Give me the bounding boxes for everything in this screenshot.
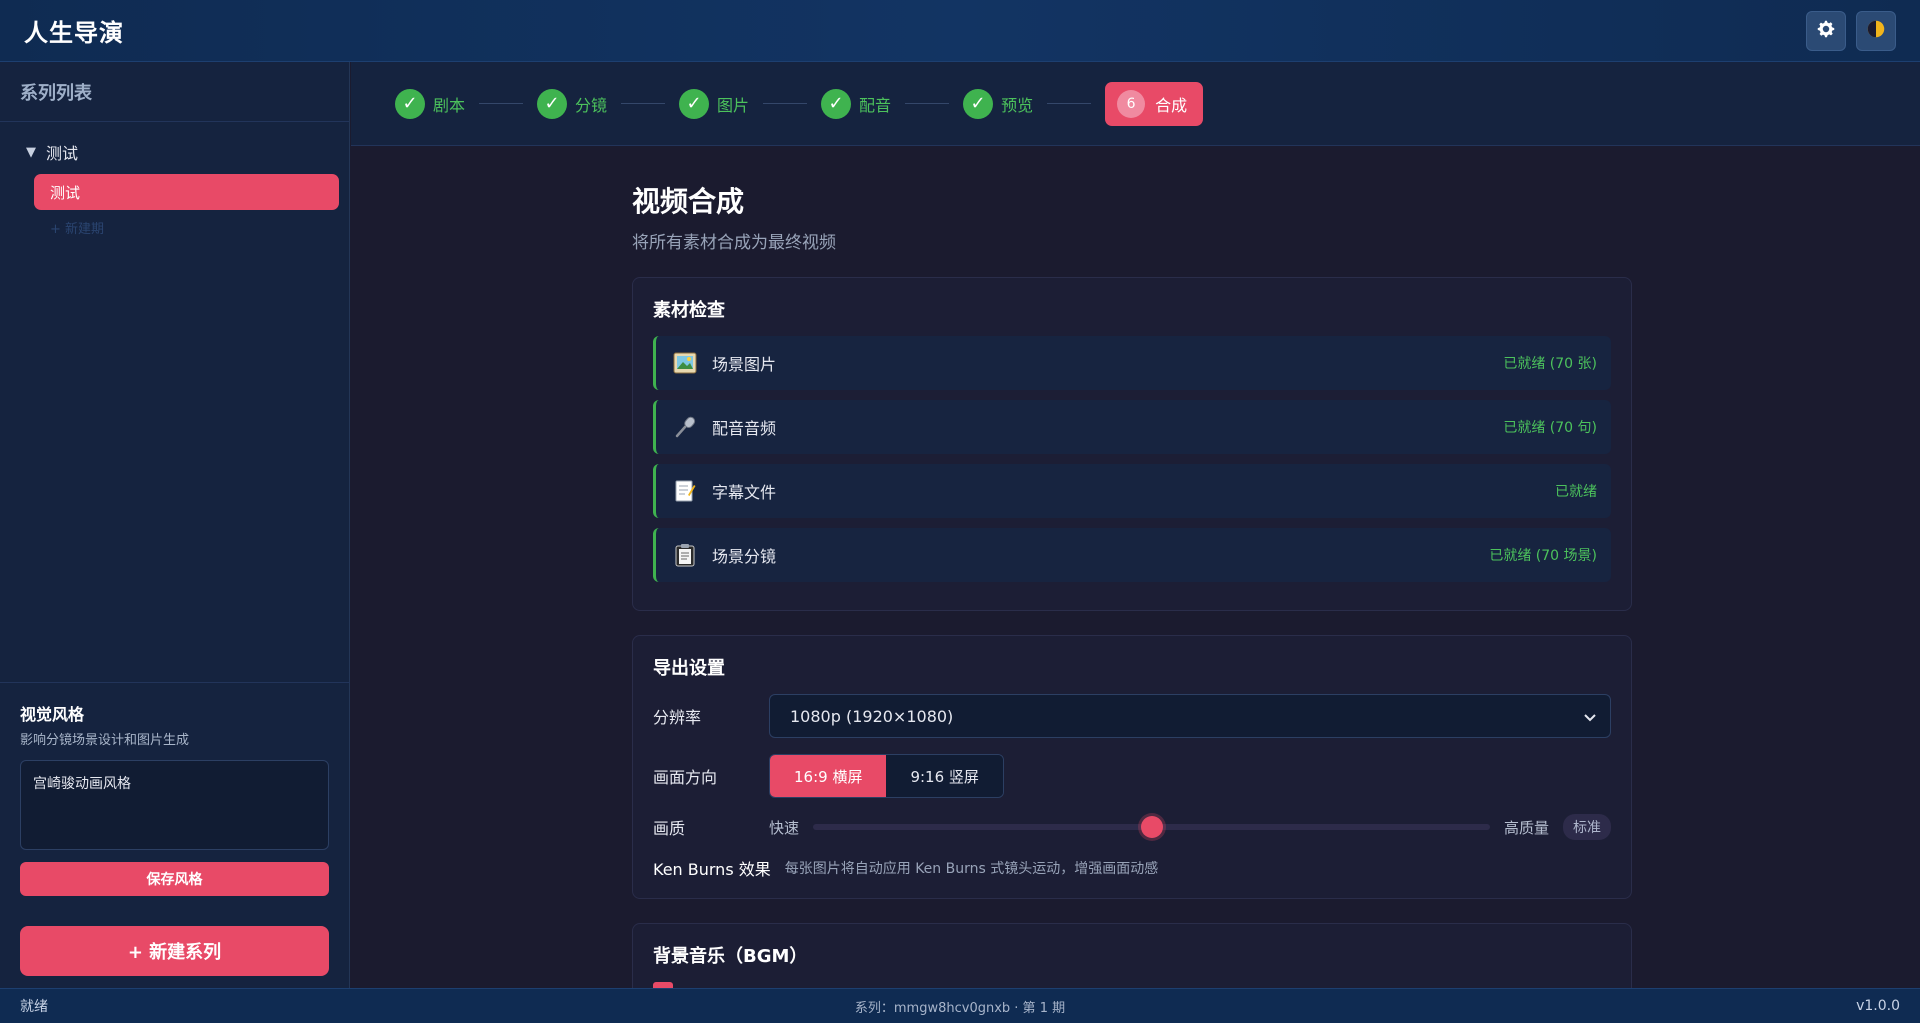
kenburns-row: Ken Burns 效果 每张图片将自动应用 Ken Burns 式镜头运动，增… xyxy=(653,856,1611,880)
step-connector xyxy=(763,103,808,104)
page-title: 视频合成 xyxy=(632,185,745,218)
step-storyboard[interactable]: ✓ 分镜 xyxy=(537,88,608,119)
new-episode-link[interactable]: + 新建期 xyxy=(50,218,349,237)
quality-label: 画质 xyxy=(653,819,686,838)
orientation-portrait-button[interactable]: 9:16 竖屏 xyxy=(886,755,1003,797)
page-subtitle: 将所有素材合成为最终视频 xyxy=(632,233,836,253)
app-header: 人生导演 xyxy=(0,0,1920,62)
step-label: 图片 xyxy=(717,95,750,115)
card-title: 背景音乐（BGM） xyxy=(653,946,808,967)
kenburns-desc: 每张图片将自动应用 Ken Burns 式镜头运动，增强画面动感 xyxy=(784,861,1159,877)
slider-thumb[interactable] xyxy=(1140,816,1163,838)
card-title: 素材检查 xyxy=(653,300,725,321)
step-connector xyxy=(479,103,524,104)
workflow-steps: ✓ 剧本 ✓ 分镜 ✓ 图片 ✓ 配音 ✓ 预览 6 合成 xyxy=(351,62,1920,146)
quality-max-label: 高质量 xyxy=(1503,818,1549,837)
step-connector xyxy=(1047,103,1092,104)
asset-status: 已就绪 (70 句) xyxy=(1503,420,1597,436)
sidebar: 系列列表 ▼ 测试 测试 + 新建期 视觉风格 影响分镜场景设计和图片生成 保存… xyxy=(0,62,350,988)
style-title: 视觉风格 xyxy=(20,705,85,724)
status-text: 就绪 xyxy=(20,999,48,1015)
step-script[interactable]: ✓ 剧本 xyxy=(395,88,466,119)
status-series-info: 系列：mmgw8hcv0gnxb · 第 1 期 xyxy=(854,1000,1066,1016)
resolution-value: 1080p (1920×1080) xyxy=(790,706,954,726)
quality-slider[interactable] xyxy=(813,816,1490,838)
step-preview[interactable]: ✓ 预览 xyxy=(963,88,1034,119)
asset-label: 场景分镜 xyxy=(712,547,777,566)
asset-status: 已就绪 xyxy=(1555,484,1597,500)
orientation-label: 画面方向 xyxy=(653,768,718,787)
save-style-button[interactable]: 保存风格 xyxy=(20,862,329,896)
resolution-row: 分辨率 1080p (1920×1080) xyxy=(653,694,1611,738)
check-icon: ✓ xyxy=(537,88,568,119)
step-connector xyxy=(621,103,666,104)
kenburns-label: Ken Burns 效果 xyxy=(653,860,771,879)
orientation-landscape-button[interactable]: 16:9 横屏 xyxy=(770,755,887,797)
episode-item-active[interactable]: 测试 xyxy=(34,174,339,210)
quality-row: 画质 快速 高质量 标准 xyxy=(653,814,1611,840)
memo-icon xyxy=(672,478,698,504)
orientation-toggle: 16:9 横屏 9:16 竖屏 xyxy=(769,754,1004,798)
main-content: 视频合成 将所有素材合成为最终视频 素材检查 场景图片 已就绪 (70 张) 配… xyxy=(632,180,1632,1003)
sidebar-title: 系列列表 xyxy=(0,62,349,122)
series-name: 测试 xyxy=(46,144,79,163)
step-number: 6 xyxy=(1117,89,1146,118)
asset-row-audio: 配音音频 已就绪 (70 句) xyxy=(653,400,1611,454)
step-connector xyxy=(905,103,950,104)
theme-toggle-button[interactable] xyxy=(1856,10,1896,51)
style-desc: 影响分镜场景设计和图片生成 xyxy=(20,733,190,748)
asset-status: 已就绪 (70 场景) xyxy=(1489,548,1597,564)
episode-label: 测试 xyxy=(50,183,81,202)
step-label: 分镜 xyxy=(575,95,608,115)
image-icon xyxy=(672,350,698,376)
theme-toggle-icon xyxy=(1865,18,1887,44)
microphone-icon xyxy=(672,414,698,440)
quality-min-label: 快速 xyxy=(769,818,800,837)
check-icon: ✓ xyxy=(821,88,852,119)
clipboard-icon xyxy=(672,542,698,568)
series-item[interactable]: ▼ 测试 xyxy=(0,122,349,164)
asset-label: 字幕文件 xyxy=(712,483,777,502)
quality-badge: 标准 xyxy=(1563,814,1611,840)
version-label: v1.0.0 xyxy=(1856,998,1900,1014)
step-label: 配音 xyxy=(859,95,892,115)
card-title: 导出设置 xyxy=(653,658,725,679)
asset-row-storyboard: 场景分镜 已就绪 (70 场景) xyxy=(653,528,1611,582)
step-label: 剧本 xyxy=(433,95,466,115)
check-icon: ✓ xyxy=(679,88,710,119)
asset-check-card: 素材检查 场景图片 已就绪 (70 张) 配音音频 已就绪 (70 句) 字幕文… xyxy=(632,277,1632,611)
asset-row-subtitles: 字幕文件 已就绪 xyxy=(653,464,1611,518)
gear-icon xyxy=(1815,18,1837,44)
header-actions xyxy=(1806,10,1896,51)
new-series-button[interactable]: + 新建系列 xyxy=(20,926,329,976)
step-voiceover[interactable]: ✓ 配音 xyxy=(821,88,892,119)
export-settings-card: 导出设置 分辨率 1080p (1920×1080) 画面方向 16:9 横屏 … xyxy=(632,635,1632,899)
resolution-select[interactable]: 1080p (1920×1080) xyxy=(769,694,1611,738)
step-compose-active[interactable]: 6 合成 xyxy=(1105,81,1204,126)
app-title: 人生导演 xyxy=(24,19,124,47)
asset-row-images: 场景图片 已就绪 (70 张) xyxy=(653,336,1611,390)
resolution-label: 分辨率 xyxy=(653,708,702,727)
style-input[interactable] xyxy=(20,760,329,850)
asset-label: 场景图片 xyxy=(712,355,777,374)
asset-status: 已就绪 (70 张) xyxy=(1503,356,1597,372)
visual-style-panel: 视觉风格 影响分镜场景设计和图片生成 保存风格 + 新建系列 xyxy=(0,682,350,988)
asset-label: 配音音频 xyxy=(712,419,777,438)
status-bar: 就绪 系列：mmgw8hcv0gnxb · 第 1 期 v1.0.0 xyxy=(0,988,1920,1023)
step-label: 预览 xyxy=(1001,95,1034,115)
check-icon: ✓ xyxy=(395,88,425,119)
chevron-down-icon xyxy=(1584,707,1596,726)
step-images[interactable]: ✓ 图片 xyxy=(679,88,750,119)
step-label: 合成 xyxy=(1155,95,1188,115)
settings-button[interactable] xyxy=(1806,10,1846,51)
check-icon: ✓ xyxy=(963,88,994,119)
caret-down-icon: ▼ xyxy=(26,144,36,160)
orientation-row: 画面方向 16:9 横屏 9:16 竖屏 xyxy=(653,754,1611,798)
